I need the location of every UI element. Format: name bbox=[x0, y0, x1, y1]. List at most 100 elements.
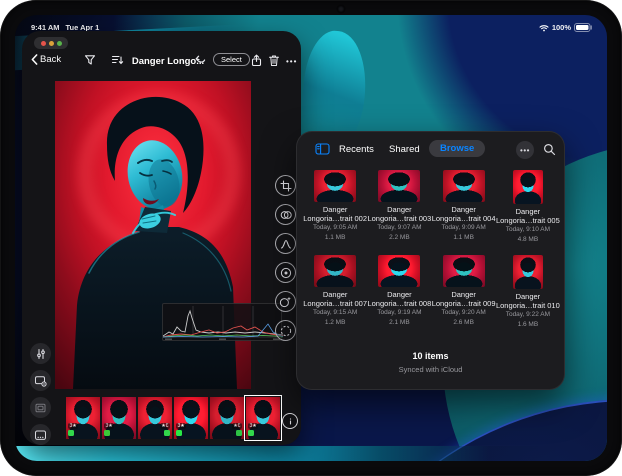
file-size: 1.6 MB bbox=[518, 321, 539, 330]
rating-badge: 3★ bbox=[104, 423, 114, 429]
sync-status: Synced with iCloud bbox=[297, 365, 564, 374]
mask-icon[interactable] bbox=[275, 320, 296, 341]
file-item[interactable]: DangerLongoria…trait 010 Today, 9:22 AM … bbox=[496, 255, 560, 329]
filmstrip-thumbnail[interactable]: 3★ bbox=[66, 397, 100, 439]
color-flag bbox=[176, 430, 182, 436]
tab-shared[interactable]: Shared bbox=[389, 144, 420, 155]
tab-browse[interactable]: Browse bbox=[429, 140, 485, 157]
share-icon[interactable] bbox=[250, 54, 263, 67]
more-circle-icon[interactable]: ••• bbox=[516, 141, 534, 159]
file-size: 2.1 MB bbox=[389, 319, 410, 328]
file-name: DangerLongoria…trait 005 bbox=[496, 207, 560, 225]
files-panel: Recents Shared Browse ••• DangerLongoria… bbox=[296, 131, 565, 390]
filters-icon[interactable] bbox=[275, 204, 296, 225]
file-item[interactable]: DangerLongoria…trait 007 Today, 9:15 AM … bbox=[303, 255, 367, 329]
ipad-screen: 9:41 AM Tue Apr 1 100% bbox=[15, 15, 607, 461]
filmstrip: 3★ 3★ 3★ 3★ 3★ 3★ bbox=[66, 397, 280, 439]
filmstrip-thumbnail[interactable]: 3★ bbox=[210, 397, 244, 439]
wifi-icon bbox=[539, 24, 549, 32]
frames-icon[interactable] bbox=[30, 397, 51, 418]
file-name: DangerLongoria…trait 002 bbox=[303, 205, 367, 223]
library-tools-column bbox=[30, 343, 51, 445]
chevron-left-icon bbox=[31, 54, 38, 65]
select-button[interactable]: Select bbox=[213, 53, 250, 66]
rating-badge: 3★ bbox=[232, 423, 242, 429]
color-flag bbox=[68, 430, 74, 436]
file-date: Today, 9:09 AM bbox=[441, 224, 485, 233]
file-date: Today, 9:05 AM bbox=[313, 224, 357, 233]
file-thumbnail bbox=[513, 170, 543, 204]
editor-toolbar: Back Danger Longo... Select bbox=[22, 51, 301, 73]
curves-icon[interactable] bbox=[275, 233, 296, 254]
more-icon[interactable]: ••• bbox=[286, 57, 297, 66]
front-camera bbox=[338, 6, 344, 12]
crop-icon[interactable] bbox=[275, 175, 296, 196]
file-thumbnail bbox=[443, 170, 485, 202]
file-date: Today, 9:10 AM bbox=[506, 226, 550, 235]
file-item[interactable]: DangerLongoria…trait 009 Today, 9:20 AM … bbox=[432, 255, 496, 329]
file-item[interactable]: DangerLongoria…trait 004 Today, 9:09 AM … bbox=[432, 170, 496, 244]
photo-canvas[interactable] bbox=[55, 81, 251, 389]
window-controls[interactable] bbox=[34, 37, 68, 49]
file-thumbnail bbox=[378, 170, 420, 202]
file-item[interactable]: DangerLongoria…trait 003 Today, 9:07 AM … bbox=[367, 170, 431, 244]
zoom-window-dot[interactable] bbox=[57, 41, 62, 46]
color-flag bbox=[236, 430, 242, 436]
filmstrip-thumbnail-selected[interactable]: 3★ bbox=[246, 397, 280, 439]
back-label: Back bbox=[40, 54, 61, 65]
effects-icon[interactable] bbox=[275, 291, 296, 312]
filmstrip-thumbnail[interactable]: 3★ bbox=[138, 397, 172, 439]
info-icon[interactable] bbox=[282, 413, 298, 429]
export-icon[interactable] bbox=[30, 370, 51, 391]
file-thumbnail bbox=[314, 170, 356, 202]
vignette-icon[interactable] bbox=[275, 262, 296, 283]
file-date: Today, 9:20 AM bbox=[441, 309, 485, 318]
wallpaper-cyan-strip bbox=[15, 446, 607, 461]
back-button[interactable]: Back bbox=[31, 54, 61, 65]
file-date: Today, 9:07 AM bbox=[377, 224, 421, 233]
sidebar-icon[interactable] bbox=[315, 142, 330, 156]
filter-icon[interactable] bbox=[84, 54, 96, 66]
items-count: 10 items bbox=[297, 351, 564, 361]
trash-icon[interactable] bbox=[268, 54, 280, 67]
file-name: DangerLongoria…trait 008 bbox=[367, 290, 431, 308]
library-icon[interactable] bbox=[30, 424, 51, 445]
close-window-dot[interactable] bbox=[41, 41, 46, 46]
filmstrip-thumbnail[interactable]: 3★ bbox=[174, 397, 208, 439]
file-item[interactable]: DangerLongoria…trait 005 Today, 9:10 AM … bbox=[496, 170, 560, 244]
portrait-photo bbox=[55, 81, 251, 389]
file-item[interactable]: DangerLongoria…trait 002 Today, 9:05 AM … bbox=[303, 170, 367, 244]
file-size: 1.1 MB bbox=[325, 234, 346, 243]
filmstrip-thumbnail[interactable]: 3★ bbox=[102, 397, 136, 439]
file-item[interactable]: DangerLongoria…trait 008 Today, 9:19 AM … bbox=[367, 255, 431, 329]
tab-recents[interactable]: Recents bbox=[339, 144, 374, 155]
rating-badge: 3★ bbox=[68, 423, 78, 429]
color-flag bbox=[104, 430, 110, 436]
file-size: 4.8 MB bbox=[518, 236, 539, 245]
battery-percent: 100% bbox=[552, 23, 571, 32]
rating-badge: 3★ bbox=[248, 423, 258, 429]
screenshot-canvas: 9:41 AM Tue Apr 1 100% bbox=[0, 0, 622, 476]
histogram-panel bbox=[162, 303, 282, 341]
file-size: 1.2 MB bbox=[325, 319, 346, 328]
file-thumbnail bbox=[378, 255, 420, 287]
rating-badge: 3★ bbox=[176, 423, 186, 429]
sliders-icon[interactable] bbox=[30, 343, 51, 364]
file-name: DangerLongoria…trait 004 bbox=[432, 205, 496, 223]
search-icon[interactable] bbox=[543, 143, 556, 156]
file-name: DangerLongoria…trait 010 bbox=[496, 292, 560, 310]
file-thumbnail bbox=[443, 255, 485, 287]
files-grid: DangerLongoria…trait 002 Today, 9:05 AM … bbox=[303, 170, 560, 329]
file-date: Today, 9:15 AM bbox=[313, 309, 357, 318]
file-name: DangerLongoria…trait 007 bbox=[303, 290, 367, 308]
color-flag bbox=[164, 430, 170, 436]
file-name: DangerLongoria…trait 003 bbox=[367, 205, 431, 223]
file-size: 2.2 MB bbox=[389, 234, 410, 243]
rating-badge: 3★ bbox=[160, 423, 170, 429]
file-size: 1.1 MB bbox=[453, 234, 474, 243]
file-size: 2.6 MB bbox=[453, 319, 474, 328]
file-thumbnail bbox=[513, 255, 543, 289]
minimize-window-dot[interactable] bbox=[49, 41, 54, 46]
battery-icon bbox=[574, 23, 593, 32]
undo-icon[interactable] bbox=[194, 54, 206, 66]
